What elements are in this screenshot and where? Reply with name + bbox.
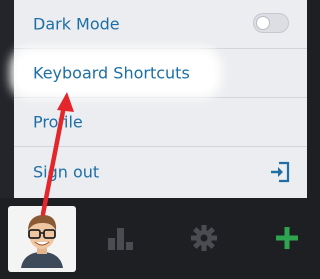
app-background-strip [0,0,14,198]
toggle-knob [256,16,270,30]
dark-mode-toggle[interactable] [253,13,289,33]
dark-mode-label: Dark Mode [33,14,120,34]
sign-out-icon[interactable] [269,161,291,183]
avatar [21,215,63,268]
user-menu: Dark Mode Keyboard Shortcuts Profile Sig… [14,0,307,198]
gear-icon[interactable] [191,225,217,251]
bar-chart-icon[interactable] [108,226,134,250]
profile-label: Profile [33,112,83,132]
keyboard-shortcuts-label: Keyboard Shortcuts [33,63,190,83]
menu-item-profile[interactable]: Profile [14,98,307,147]
sign-out-label: Sign out [33,162,100,181]
plus-icon[interactable] [276,227,298,249]
menu-item-keyboard-shortcuts[interactable]: Keyboard Shortcuts [14,49,307,98]
menu-item-sign-out[interactable]: Sign out [14,147,307,196]
avatar-button[interactable] [8,206,76,272]
bottom-nav-bar [0,198,307,279]
menu-item-dark-mode[interactable]: Dark Mode [14,0,307,49]
